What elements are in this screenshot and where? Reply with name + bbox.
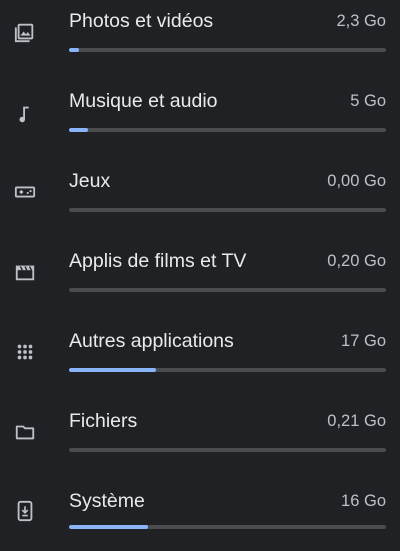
movie-icon: [13, 260, 37, 284]
usage-bar-fill: [69, 368, 157, 372]
storage-item-size: 5 Go: [350, 92, 386, 110]
usage-bar: [69, 48, 386, 52]
storage-item-size: 0,20 Go: [327, 252, 386, 270]
storage-item-movies-tv[interactable]: Applis de films et TV 0,20 Go: [0, 240, 400, 320]
gamepad-icon: [13, 180, 37, 204]
usage-bar: [69, 208, 386, 212]
usage-bar: [69, 128, 386, 132]
storage-item-size: 17 Go: [341, 332, 386, 350]
apps-grid-icon: [13, 340, 37, 364]
storage-item-label: Jeux: [69, 170, 111, 192]
photo-icon: [13, 20, 37, 44]
storage-category-list: Photos et vidéos 2,3 Go Musique et audio…: [0, 0, 400, 551]
storage-item-label: Applis de films et TV: [69, 250, 247, 272]
system-update-icon: [13, 499, 37, 523]
usage-bar-fill: [69, 48, 79, 52]
storage-item-other-apps[interactable]: Autres applications 17 Go: [0, 320, 400, 400]
storage-item-files[interactable]: Fichiers 0,21 Go: [0, 400, 400, 480]
folder-icon: [13, 420, 37, 444]
storage-item-size: 0,21 Go: [327, 412, 386, 430]
usage-bar: [69, 368, 386, 372]
storage-item-size: 16 Go: [341, 492, 386, 510]
usage-bar: [69, 288, 386, 292]
music-note-icon: [13, 102, 37, 126]
storage-item-label: Photos et vidéos: [69, 10, 214, 32]
storage-item-label: Autres applications: [69, 330, 234, 352]
storage-item-label: Fichiers: [69, 410, 138, 432]
usage-bar: [69, 525, 386, 529]
storage-item-photos-videos[interactable]: Photos et vidéos 2,3 Go: [0, 0, 400, 80]
storage-item-size: 0,00 Go: [327, 172, 386, 190]
storage-item-music-audio[interactable]: Musique et audio 5 Go: [0, 80, 400, 160]
usage-bar: [69, 448, 386, 452]
storage-item-label: Système: [69, 490, 145, 512]
storage-item-size: 2,3 Go: [336, 12, 386, 30]
storage-item-system[interactable]: Système 16 Go: [0, 480, 400, 551]
storage-item-games[interactable]: Jeux 0,00 Go: [0, 160, 400, 240]
usage-bar-fill: [69, 525, 149, 529]
storage-item-label: Musique et audio: [69, 90, 218, 112]
usage-bar-fill: [69, 128, 89, 132]
